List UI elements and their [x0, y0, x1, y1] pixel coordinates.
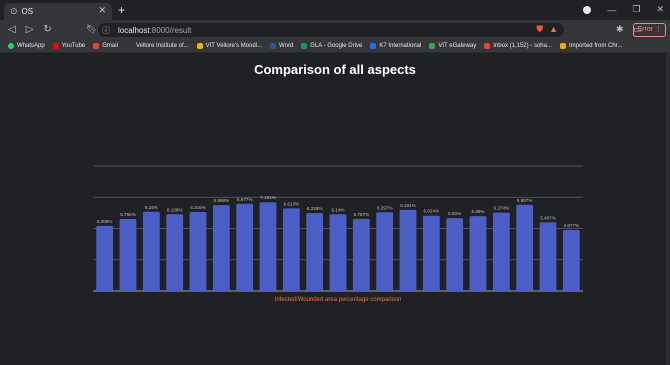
- bar-data-label: 6.274%: [494, 206, 510, 211]
- chart-bar[interactable]: [446, 218, 464, 291]
- chart-bar[interactable]: [516, 204, 534, 291]
- chart-bar[interactable]: [282, 208, 300, 291]
- bar-data-label: 5.487%: [540, 215, 556, 220]
- bar-data-label: 5.83%: [448, 211, 461, 216]
- chart-bar[interactable]: [492, 212, 510, 291]
- bar-chart: 5.208% 5.765% 6.34% 6.138% 6.316% 6.868% 6.977…: [93, 165, 583, 303]
- scrollbar[interactable]: [666, 53, 670, 365]
- bar-data-label: 6.316%: [190, 205, 206, 210]
- bar-data-label: 6.977%: [237, 197, 253, 202]
- bar-data-label: 5.767%: [354, 212, 370, 217]
- chart-bar[interactable]: [329, 214, 347, 291]
- bar-data-label: 4.877%: [564, 223, 580, 228]
- x-axis-label: Infected/Wounded area percentage compari…: [275, 297, 402, 303]
- chart-bar[interactable]: [189, 212, 207, 291]
- bar-data-label: 5.99%: [471, 209, 484, 214]
- bar-data-label: 6.868%: [214, 198, 230, 203]
- bar-data-label: 6.14%: [331, 207, 344, 212]
- chart-bar[interactable]: [422, 215, 440, 291]
- chart-bar[interactable]: [259, 202, 277, 291]
- chart-bar[interactable]: [166, 214, 184, 291]
- bar-data-label: 6.491%: [400, 203, 416, 208]
- chart-bar[interactable]: [236, 203, 254, 291]
- chart-bar[interactable]: [142, 211, 160, 291]
- chart-bar[interactable]: [562, 230, 580, 291]
- chart-bar[interactable]: [96, 225, 114, 291]
- bar-data-label: 5.765%: [120, 212, 136, 217]
- bar-data-label: 6.897%: [517, 198, 533, 203]
- chart-bar[interactable]: [376, 212, 394, 291]
- bar-data-label: 5.208%: [97, 219, 113, 224]
- chart-bar[interactable]: [306, 213, 324, 291]
- chart-bar[interactable]: [469, 216, 487, 291]
- chart-bar[interactable]: [399, 209, 417, 291]
- bar-data-label: 6.228%: [307, 206, 323, 211]
- bar-data-label: 6.297%: [377, 205, 393, 210]
- bar-data-label: 6.613%: [284, 201, 300, 206]
- bar-data-label: 7.101%: [260, 195, 276, 200]
- bar-data-label: 6.024%: [424, 209, 440, 214]
- bar-data-label: 6.34%: [145, 205, 158, 210]
- chart-bar[interactable]: [119, 218, 137, 291]
- chart-bar[interactable]: [352, 218, 370, 291]
- chart-bar[interactable]: [212, 205, 230, 291]
- bar-data-label: 6.138%: [167, 207, 183, 212]
- chart-bar[interactable]: [539, 222, 557, 291]
